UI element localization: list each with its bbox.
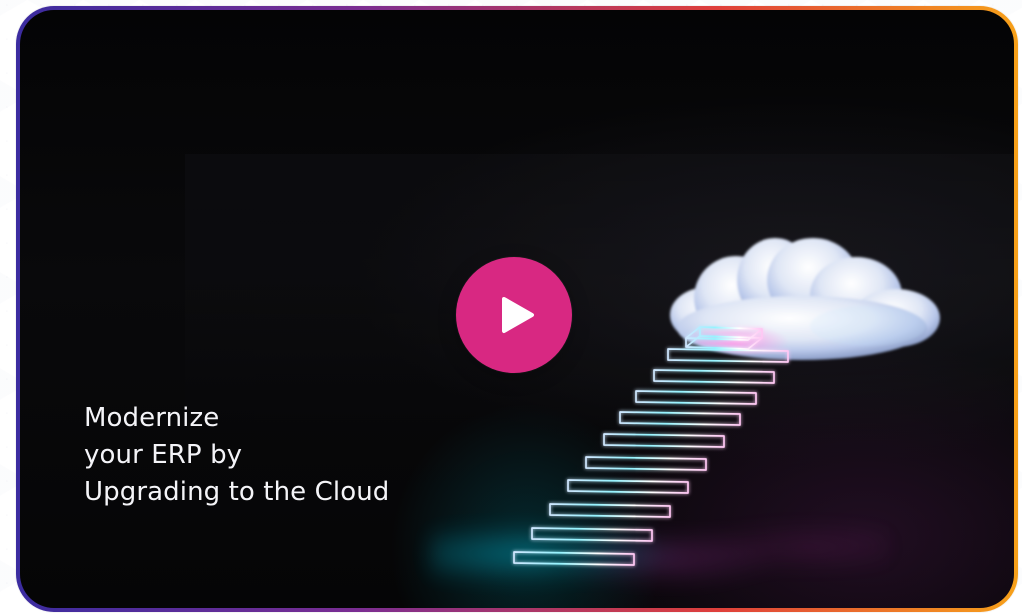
headline-line-2: your ERP by [84, 440, 243, 470]
video-headline: Modernize your ERP by Upgrading to the C… [84, 400, 389, 511]
video-frame: Modernize your ERP by Upgrading to the C… [16, 6, 1018, 612]
video-card[interactable]: Modernize your ERP by Upgrading to the C… [20, 10, 1014, 608]
play-button[interactable] [456, 257, 572, 373]
headline-line-3: Upgrading to the Cloud [84, 477, 390, 507]
headline-line-1: Modernize [84, 403, 220, 433]
play-icon [501, 297, 534, 333]
video-banner-page: Modernize your ERP by Upgrading to the C… [0, 0, 1022, 616]
